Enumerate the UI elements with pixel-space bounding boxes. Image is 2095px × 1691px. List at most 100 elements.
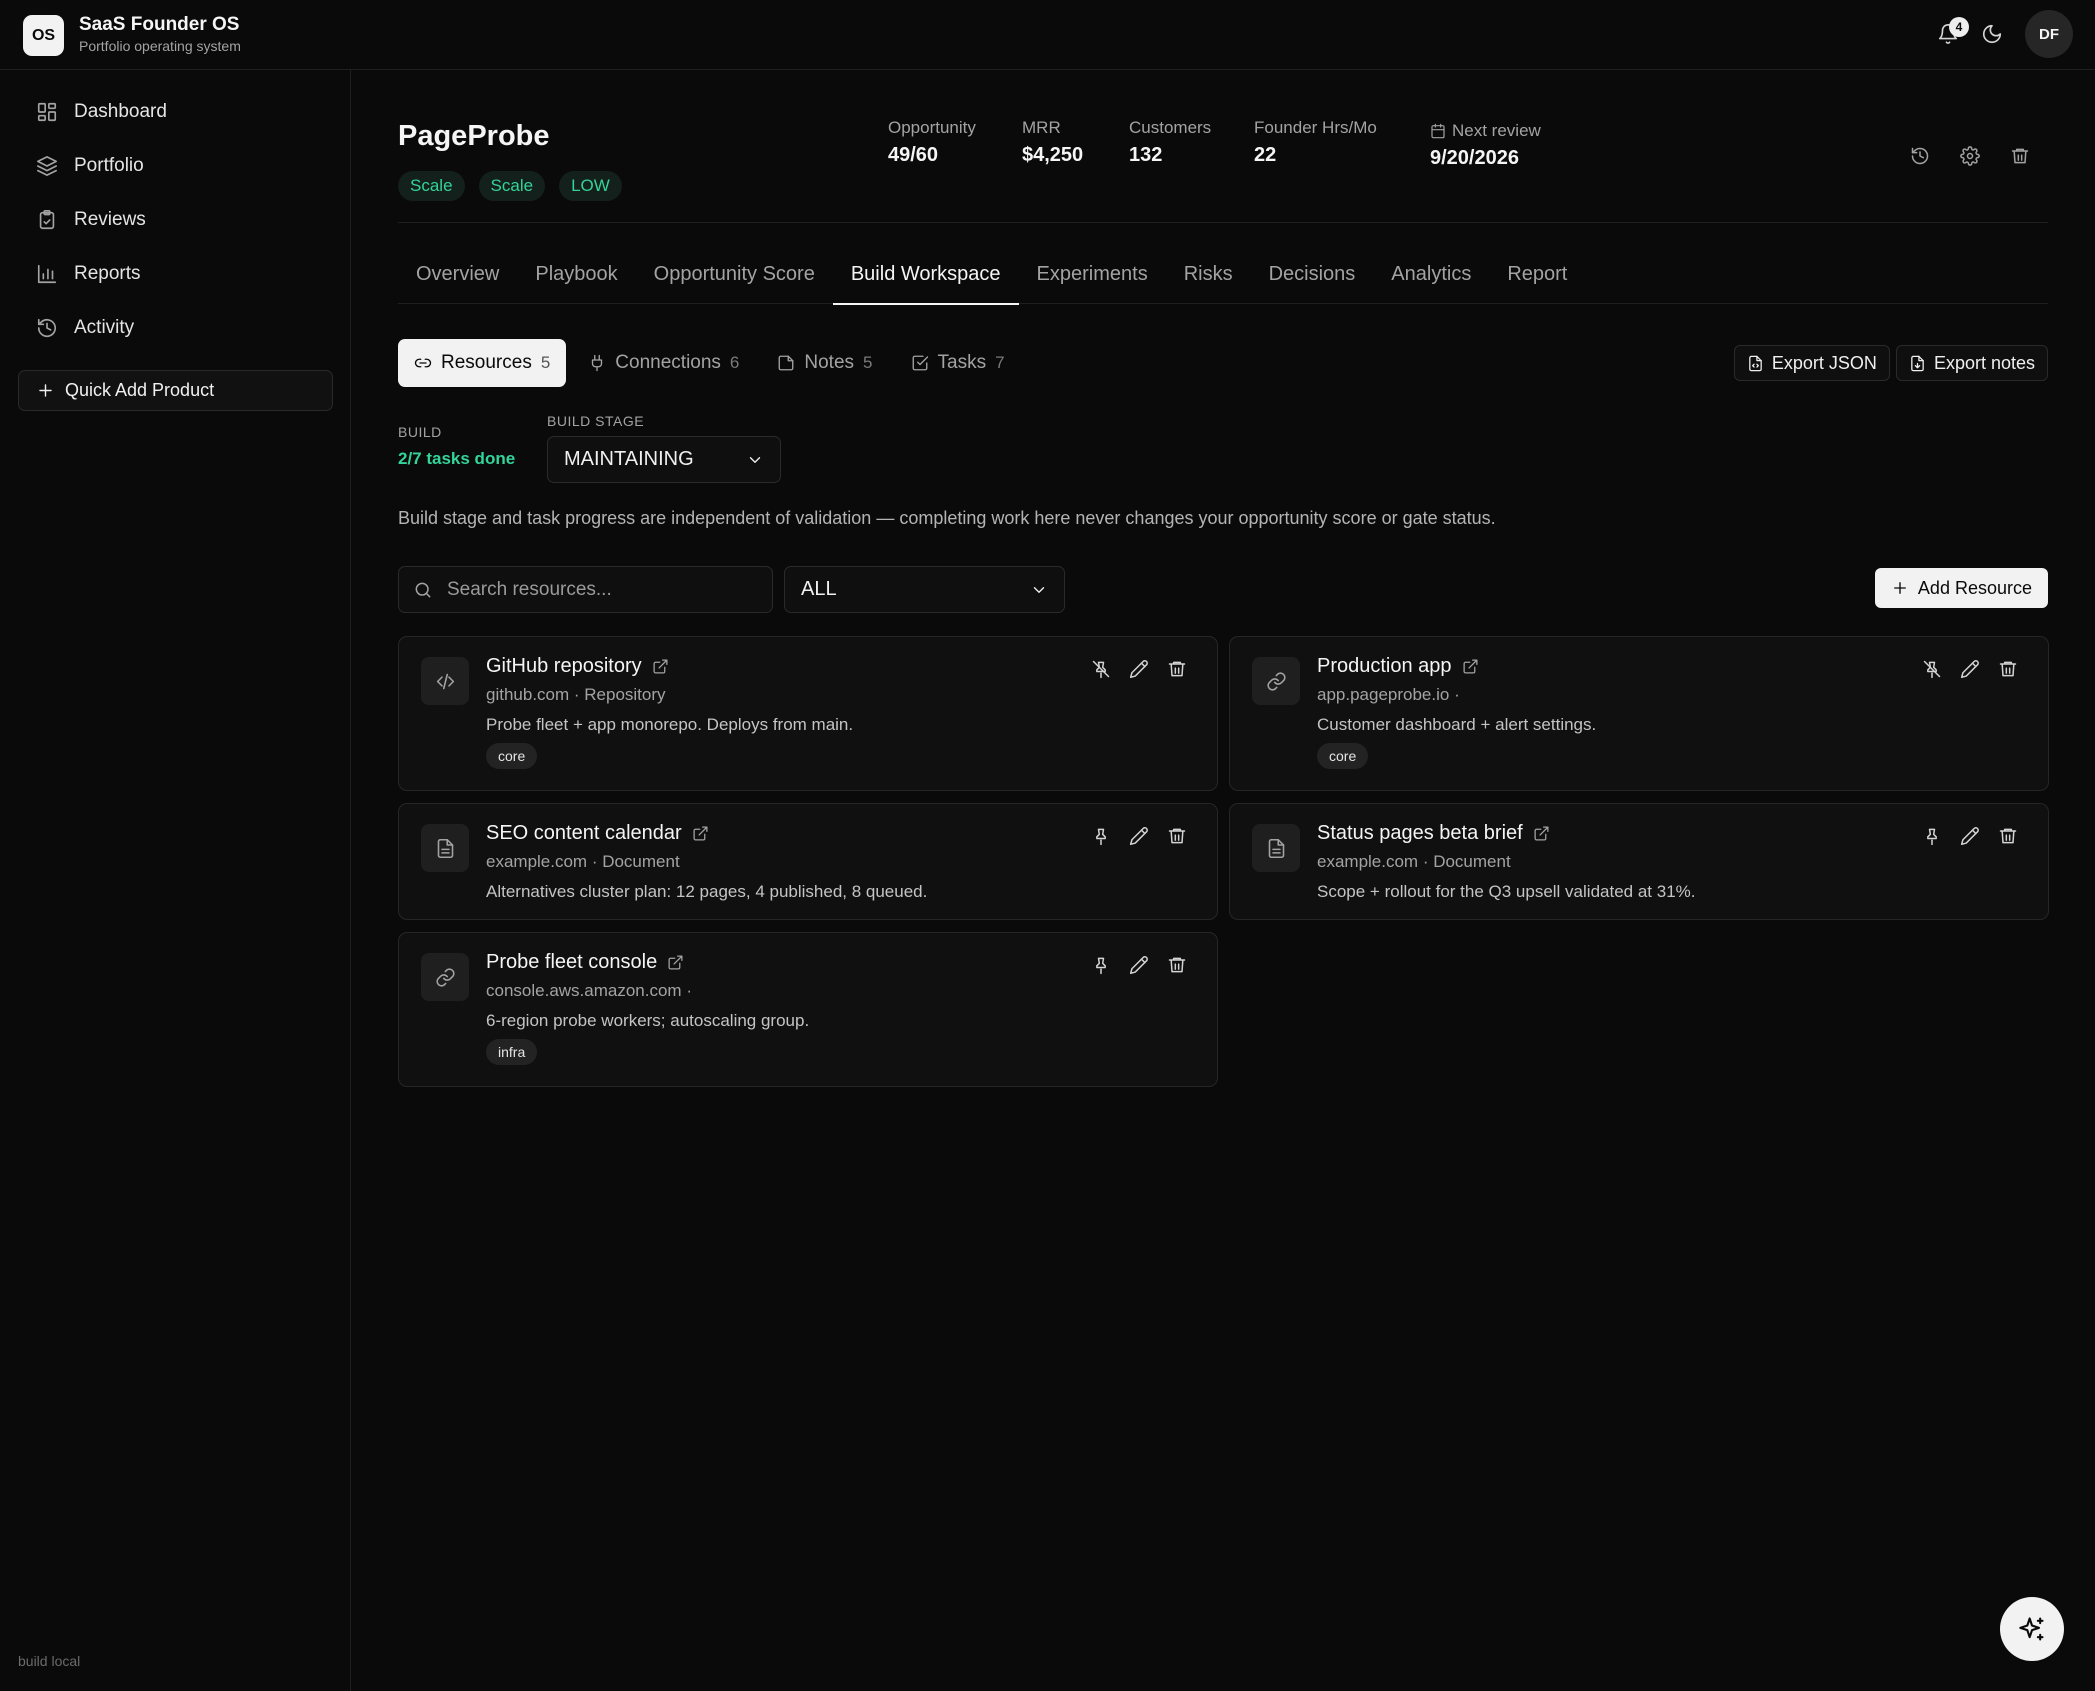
app-title: SaaS Founder OS [79, 14, 240, 35]
trash-icon [1168, 957, 1186, 973]
add-resource-button[interactable]: Add Resource [1874, 568, 2048, 608]
subtab-connections[interactable]: Connections 6 [572, 339, 755, 387]
pin-button[interactable] [1922, 826, 1942, 846]
delete-button[interactable] [1167, 955, 1187, 975]
delete-button[interactable] [1998, 826, 2018, 846]
search-input[interactable] [447, 578, 747, 601]
resource-meta: github.com · Repository [486, 685, 666, 704]
export-json-button[interactable]: Export JSON [1733, 345, 1890, 381]
edit-button[interactable] [1960, 659, 1980, 679]
sidebar-item-portfolio[interactable]: Portfolio [18, 144, 334, 188]
resource-title[interactable]: Production app [1317, 655, 1452, 678]
open-link-button[interactable] [1462, 658, 1479, 675]
theme-toggle[interactable] [1981, 23, 2003, 45]
sidebar-item-reports[interactable]: Reports [18, 252, 334, 296]
settings-button[interactable] [1960, 146, 1980, 166]
layers-icon [37, 156, 57, 176]
tab-decisions[interactable]: Decisions [1251, 244, 1374, 304]
page-title: PageProbe [398, 120, 550, 152]
pin-button[interactable] [1091, 826, 1111, 846]
resource-description: Scope + rollout for the Q3 upsell valida… [1317, 882, 1696, 901]
app-logo[interactable]: OS [23, 15, 64, 56]
resource-title[interactable]: SEO content calendar [486, 822, 682, 845]
unpin-button[interactable] [1091, 659, 1111, 679]
export-notes-button[interactable]: Export notes [1895, 345, 2048, 381]
sidebar-item-reviews[interactable]: Reviews [18, 198, 334, 242]
tab-build-workspace[interactable]: Build Workspace [832, 244, 1019, 305]
resource-title[interactable]: Status pages beta brief [1317, 822, 1523, 845]
unpin-button[interactable] [1922, 659, 1942, 679]
workspace-subtabs: Resources 5 Connections 6 Notes 5 Tasks … [398, 339, 1021, 387]
pin-off-icon [1923, 660, 1941, 679]
history-button[interactable] [1910, 146, 1930, 166]
pencil-icon [1960, 827, 1979, 846]
resource-card: Status pages beta brief example.com · Do… [1229, 803, 2049, 920]
tab-playbook[interactable]: Playbook [517, 244, 635, 304]
tab-risks[interactable]: Risks [1166, 244, 1251, 304]
resource-filter-select[interactable]: ALL [784, 566, 1065, 613]
count-badge: 5 [540, 353, 551, 372]
external-link-icon [668, 955, 683, 970]
sidebar-item-dashboard[interactable]: Dashboard [18, 90, 334, 134]
resource-card: SEO content calendar example.com · Docum… [398, 803, 1218, 920]
divider [398, 222, 2048, 223]
subtab-tasks[interactable]: Tasks 7 [895, 339, 1021, 387]
count-badge: 7 [995, 353, 1005, 372]
delete-button[interactable] [1167, 826, 1187, 846]
delete-product-button[interactable] [2010, 146, 2030, 166]
open-link-button[interactable] [652, 658, 669, 675]
tab-bar: Overview Playbook Opportunity Score Buil… [398, 244, 2048, 305]
product-pills: Scale Scale LOW [398, 171, 622, 201]
ai-assistant-button[interactable] [2000, 1597, 2064, 1661]
dashboard-icon [37, 102, 57, 122]
delete-button[interactable] [1167, 659, 1187, 679]
stat-opportunity: Opportunity 49/60 [888, 118, 976, 166]
build-stage-select[interactable]: MAINTAINING [547, 436, 781, 483]
resource-description: Probe fleet + app monorepo. Deploys from… [486, 715, 854, 734]
resource-tag: core [486, 743, 538, 769]
edit-button[interactable] [1129, 826, 1149, 846]
plug-icon [592, 354, 603, 372]
open-link-button[interactable] [667, 954, 684, 971]
plus-icon [39, 384, 52, 397]
tab-analytics[interactable]: Analytics [1373, 244, 1489, 304]
resource-description: 6-region probe workers; autoscaling grou… [486, 1011, 810, 1030]
subtab-resources[interactable]: Resources 5 [398, 339, 567, 387]
tab-opportunity-score[interactable]: Opportunity Score [636, 244, 833, 304]
resource-title[interactable]: GitHub repository [486, 655, 642, 678]
quick-add-product-button[interactable]: Quick Add Product [18, 370, 333, 411]
clipboard-icon [39, 210, 55, 230]
file-download-icon [1911, 355, 1924, 371]
tab-experiments[interactable]: Experiments [1019, 244, 1166, 304]
quick-add-label: Quick Add Product [65, 380, 215, 400]
edit-button[interactable] [1129, 659, 1149, 679]
edit-button[interactable] [1960, 826, 1980, 846]
build-info-text: Build stage and task progress are indepe… [398, 508, 1496, 528]
sidebar-item-activity[interactable]: Activity [18, 306, 334, 350]
link-icon [1266, 671, 1286, 691]
build-label: BUILD [398, 424, 442, 440]
pin-icon [1096, 828, 1106, 846]
pencil-icon [1129, 956, 1148, 975]
calendar-icon [1431, 123, 1445, 139]
notifications-button[interactable]: 4 [1937, 17, 1969, 45]
avatar[interactable]: DF [2025, 10, 2073, 58]
phase-pill: Scale [478, 171, 546, 201]
delete-button[interactable] [1998, 659, 2018, 679]
stat-customers: Customers 132 [1129, 118, 1212, 166]
tab-overview[interactable]: Overview [398, 244, 517, 304]
external-link-icon [693, 826, 708, 841]
code-icon [436, 673, 454, 689]
resource-card: GitHub repository github.com · Repositor… [398, 636, 1218, 791]
link-icon [435, 967, 455, 987]
tab-report[interactable]: Report [1489, 244, 1585, 304]
open-link-button[interactable] [1533, 825, 1550, 842]
pin-button[interactable] [1091, 955, 1111, 975]
external-link-icon [1534, 826, 1549, 841]
subtab-notes[interactable]: Notes 5 [761, 339, 888, 387]
open-link-button[interactable] [692, 825, 709, 842]
edit-button[interactable] [1129, 955, 1149, 975]
resource-meta: example.com · Document [1317, 852, 1511, 871]
trash-icon [1168, 661, 1186, 677]
resource-title[interactable]: Probe fleet console [486, 951, 657, 974]
